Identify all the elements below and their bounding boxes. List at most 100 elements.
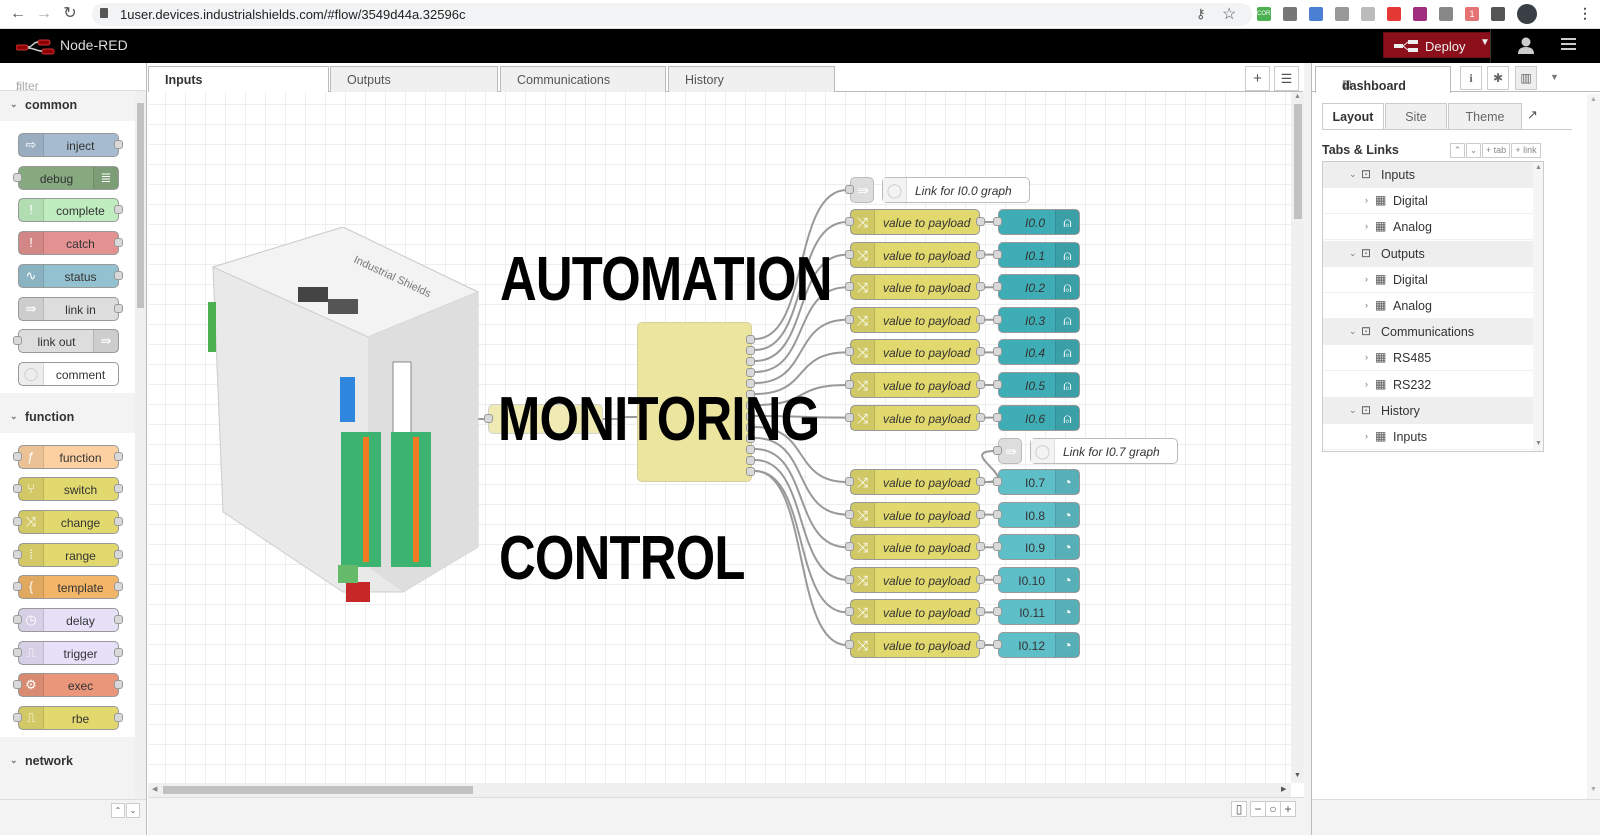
input-port[interactable] xyxy=(13,172,22,182)
output-port[interactable] xyxy=(976,347,985,357)
comment-node[interactable]: ◯ Link for I0.0 graph xyxy=(882,177,1030,203)
input-port[interactable] xyxy=(845,380,854,389)
chevron-right-icon[interactable]: › xyxy=(1365,431,1368,441)
ui-led-node[interactable]: I0.2 ⍝ xyxy=(998,274,1080,301)
ui-led-node[interactable]: I0.3 ⍝ xyxy=(998,306,1080,333)
extension-icon-5[interactable] xyxy=(1361,7,1375,21)
chevron-right-icon[interactable]: › xyxy=(1365,221,1368,231)
input-port[interactable] xyxy=(845,185,854,194)
input-port[interactable] xyxy=(993,347,1002,357)
input-port[interactable] xyxy=(845,607,854,617)
profile-avatar[interactable] xyxy=(1517,4,1537,24)
input-port[interactable] xyxy=(13,336,22,346)
output-port[interactable] xyxy=(114,680,123,690)
zoom-out-button[interactable]: − xyxy=(1250,801,1266,817)
input-port[interactable] xyxy=(993,380,1002,389)
extension-icon-3[interactable] xyxy=(1309,7,1323,21)
output-port[interactable] xyxy=(976,477,985,486)
forward-icon[interactable]: → xyxy=(34,4,54,24)
extension-icon-7[interactable] xyxy=(1413,7,1427,21)
tree-group-digital[interactable]: › ▦ Digital xyxy=(1323,267,1533,293)
output-port[interactable] xyxy=(114,484,123,494)
navigator-map-icon[interactable]: ▯ xyxy=(1231,801,1247,817)
extension-icon-8[interactable] xyxy=(1439,7,1453,21)
function-output-port[interactable] xyxy=(746,357,755,366)
info-icon[interactable]: i xyxy=(1460,66,1482,90)
palette-node-delay[interactable]: ◷ delay xyxy=(18,608,119,633)
extension-icon-2[interactable] xyxy=(1283,7,1297,21)
change-node-value-to-payload[interactable]: ⤨ value to payload xyxy=(850,274,980,301)
add-flow-button[interactable]: + xyxy=(1245,66,1270,91)
input-port[interactable] xyxy=(845,640,854,649)
ui-gauge-node[interactable]: I0.8 ◔ xyxy=(998,501,1080,528)
input-port[interactable] xyxy=(993,249,1002,259)
bookmark-star-icon[interactable]: ☆ xyxy=(1222,4,1236,24)
output-port[interactable] xyxy=(114,205,123,215)
tree-group-inputs[interactable]: › ▦ Inputs xyxy=(1323,424,1533,450)
url-text[interactable]: 1user.devices.industrialshields.com/#flo… xyxy=(120,7,465,22)
tab-inputs[interactable]: Inputs xyxy=(148,66,329,93)
flow-canvas[interactable]: Industrial Shields AUTOMATION MONITORING… xyxy=(148,92,1291,783)
open-dashboard-external-icon[interactable]: ↗ xyxy=(1527,107,1538,123)
sidebar-tab-dashboard[interactable]: ▥ dashboard xyxy=(1315,66,1451,93)
change-node-value-to-payload[interactable]: ⤨ value to payload xyxy=(850,372,980,398)
chevron-right-icon[interactable]: › xyxy=(1365,300,1368,310)
output-port[interactable] xyxy=(114,238,123,248)
input-port[interactable] xyxy=(993,314,1002,324)
function-output-port[interactable] xyxy=(746,346,755,355)
palette-node-status[interactable]: ∿ status xyxy=(18,263,119,288)
output-port[interactable] xyxy=(114,516,123,526)
expand-up-icon[interactable]: ⌃ xyxy=(1450,143,1465,158)
input-port[interactable] xyxy=(13,680,22,690)
palette-node-change[interactable]: ⤨ change xyxy=(18,509,119,534)
function-output-port[interactable] xyxy=(746,467,755,476)
input-port[interactable] xyxy=(845,542,854,552)
palette-node-rbe[interactable]: ⎍ rbe xyxy=(18,706,119,731)
output-port[interactable] xyxy=(976,380,985,389)
reload-icon[interactable]: ↻ xyxy=(60,4,80,24)
palette-node-exec[interactable]: ⚙ exec xyxy=(18,673,119,698)
tree-tab-history[interactable]: ⌄ ⊡ History xyxy=(1323,397,1533,424)
canvas-hscroll-thumb[interactable] xyxy=(163,786,473,794)
input-port[interactable] xyxy=(845,509,854,519)
cors-extension-icon[interactable]: CORS xyxy=(1257,7,1274,21)
output-port[interactable] xyxy=(976,282,985,292)
palette-node-inject[interactable]: ⇨ inject xyxy=(18,133,119,157)
input-port[interactable] xyxy=(993,217,1002,226)
palette-node-catch[interactable]: ! catch xyxy=(18,231,119,256)
canvas-vertical-scrollbar[interactable]: ▲ ▼ xyxy=(1291,92,1304,783)
input-port[interactable] xyxy=(13,582,22,592)
palette-node-debug[interactable]: ≣ debug xyxy=(18,165,119,190)
output-port[interactable] xyxy=(114,713,123,723)
output-port[interactable] xyxy=(114,140,123,149)
change-node-value-to-payload[interactable]: ⤨ value to payload xyxy=(850,566,980,593)
input-port[interactable] xyxy=(13,713,22,723)
input-port[interactable] xyxy=(845,217,854,226)
palette-node-trigger[interactable]: ⎍ trigger xyxy=(18,640,119,665)
output-port[interactable] xyxy=(976,607,985,617)
change-node-value-to-payload[interactable]: ⤨ value to payload xyxy=(850,534,980,561)
ui-gauge-node[interactable]: I0.12 ◔ xyxy=(998,632,1080,658)
ui-led-node[interactable]: I0.0 ⍝ xyxy=(998,209,1080,235)
scroll-right-icon[interactable]: ▶ xyxy=(1281,785,1286,793)
extension-icon-4[interactable] xyxy=(1335,7,1349,21)
output-port[interactable] xyxy=(114,615,123,625)
input-port[interactable] xyxy=(13,484,22,494)
ui-gauge-node[interactable]: I0.10 ◔ xyxy=(998,566,1080,593)
sidebar-scrollbar[interactable]: ▲ ▼ xyxy=(1587,94,1600,799)
input-port[interactable] xyxy=(993,542,1002,552)
input-port[interactable] xyxy=(845,282,854,292)
palette-node-complete[interactable]: ! complete xyxy=(18,198,119,223)
output-port[interactable] xyxy=(114,582,123,592)
chevron-down-icon[interactable]: ⌄ xyxy=(1349,169,1357,180)
output-port[interactable] xyxy=(976,249,985,259)
user-icon[interactable] xyxy=(1518,37,1534,55)
palette-node-template[interactable]: {template xyxy=(18,575,119,600)
change-node-value-to-payload[interactable]: ⤨ value to payload xyxy=(850,306,980,333)
change-node-value-to-payload[interactable]: ⤨ value to payload xyxy=(850,404,980,431)
tree-group-rs485[interactable]: › ▦ RS485 xyxy=(1323,345,1533,372)
ui-led-node[interactable]: I0.4 ⍝ xyxy=(998,339,1080,366)
input-port[interactable] xyxy=(845,412,854,422)
palette-category-common[interactable]: ⌄ common xyxy=(0,91,136,119)
chevron-right-icon[interactable]: › xyxy=(1365,379,1368,389)
